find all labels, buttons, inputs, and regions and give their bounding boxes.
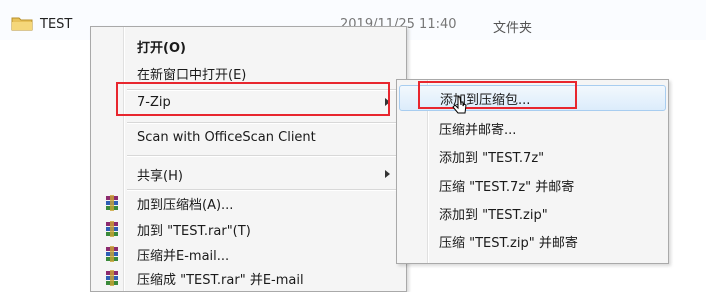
menu-item-label: 打开(O) (137, 40, 186, 56)
submenu-item-label: 添加到 "TEST.zip" (439, 207, 548, 223)
highlight-frame-7zip (116, 82, 390, 116)
submenu-item-label: 压缩并邮寄... (439, 122, 517, 138)
menu-item-share[interactable]: 共享(H) (93, 161, 404, 187)
winrar-archive-icon (106, 270, 118, 286)
mouse-pointer-icon (452, 96, 467, 114)
menu-item-label: Scan with OfficeScan Client (137, 129, 316, 145)
context-menu: 打开(O) 在新窗口中打开(E) 7-Zip Scan with OfficeS… (90, 26, 407, 292)
submenu-item-add-to-test-7z[interactable]: 添加到 "TEST.7z" (399, 143, 666, 169)
submenu-item-label: 添加到 "TEST.7z" (439, 150, 545, 166)
submenu-item-add-to-test-zip[interactable]: 添加到 "TEST.zip" (399, 200, 666, 226)
menu-item-label: 在新窗口中打开(E) (137, 67, 247, 83)
winrar-archive-icon (106, 221, 118, 237)
menu-item-officescan[interactable]: Scan with OfficeScan Client (93, 124, 404, 150)
menu-separator (127, 155, 402, 157)
folder-icon (11, 17, 33, 31)
menu-item-open[interactable]: 打开(O) (93, 33, 404, 59)
menu-item-label: 压缩并E-mail... (137, 248, 230, 264)
menu-item-add-to-test-rar[interactable]: 加到 "TEST.rar"(T) (93, 216, 404, 242)
chevron-right-icon (385, 170, 390, 178)
menu-item-label: 加到压缩档(A)... (137, 197, 234, 213)
folder-name: TEST (40, 17, 73, 32)
menu-item-label: 压缩成 "TEST.rar" 并E-mail (137, 272, 304, 288)
winrar-archive-icon (106, 195, 118, 211)
submenu-item-label: 压缩 "TEST.zip" 并邮寄 (439, 235, 578, 251)
folder-type: 文件夹 (493, 21, 533, 36)
winrar-archive-icon (106, 246, 118, 262)
submenu-item-compress-test-7z-email[interactable]: 压缩 "TEST.7z" 并邮寄 (399, 172, 666, 198)
menu-item-compress-test-rar-email[interactable]: 压缩成 "TEST.rar" 并E-mail (93, 265, 404, 291)
submenu-item-compress-email[interactable]: 压缩并邮寄... (399, 115, 666, 141)
menu-item-add-to-archive[interactable]: 加到压缩档(A)... (93, 190, 404, 216)
menu-item-label: 加到 "TEST.rar"(T) (137, 223, 251, 239)
menu-item-label: 共享(H) (137, 168, 183, 184)
highlight-frame-add-to-archive (418, 81, 577, 109)
submenu-item-compress-test-zip-email[interactable]: 压缩 "TEST.zip" 并邮寄 (399, 228, 666, 254)
menu-item-compress-email[interactable]: 压缩并E-mail... (93, 241, 404, 267)
submenu-item-label: 压缩 "TEST.7z" 并邮寄 (439, 179, 575, 195)
